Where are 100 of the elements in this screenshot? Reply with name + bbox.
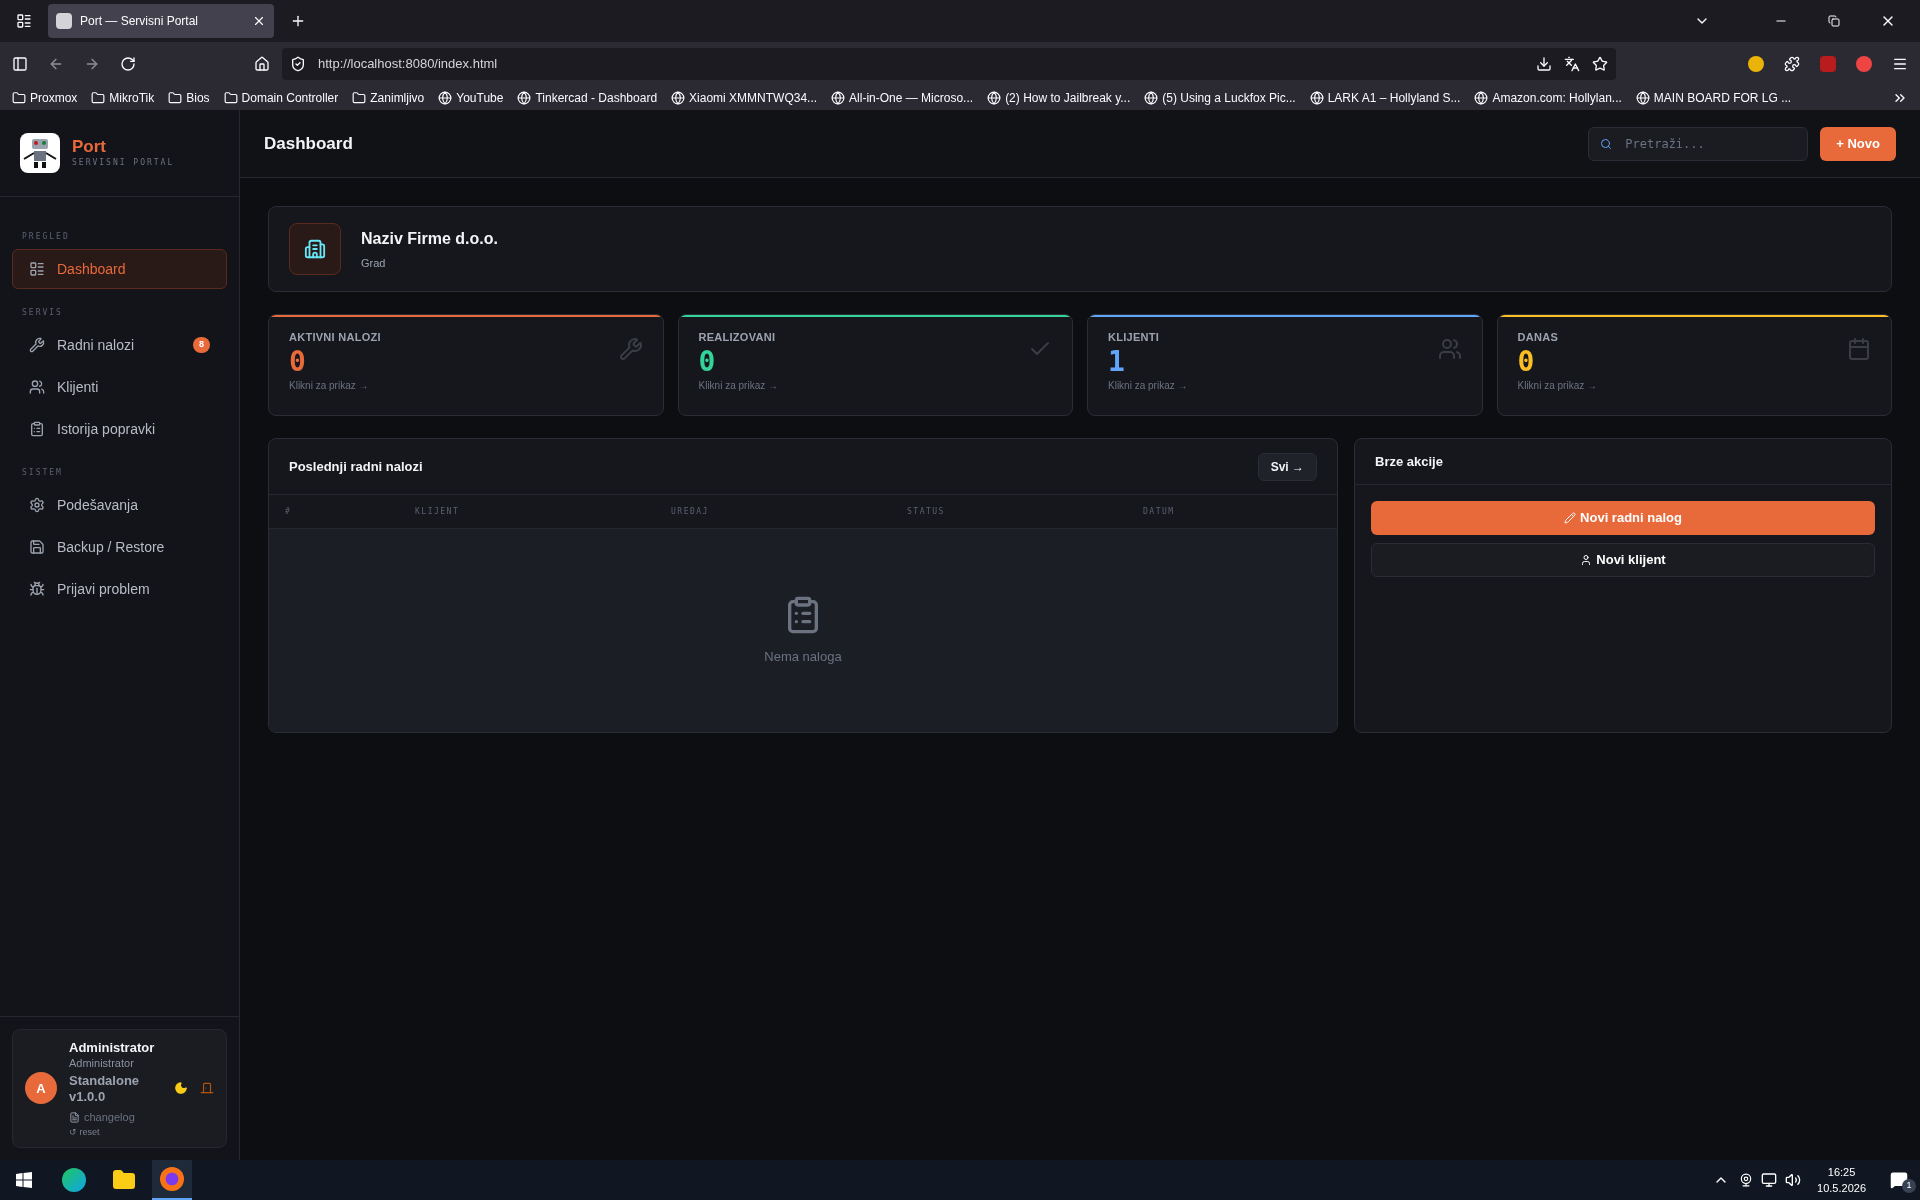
document-icon — [69, 1111, 80, 1123]
nav-item[interactable]: Prijavi problem — [12, 569, 227, 609]
tab-list-icon[interactable] — [16, 13, 32, 29]
brand-subtitle: SERVISNI PORTAL — [72, 157, 175, 169]
menu-icon[interactable] — [1892, 56, 1908, 72]
folder-icon — [352, 91, 367, 105]
all-button[interactable]: Svi → — [1257, 452, 1317, 481]
card-title: Poslednji radni nalozi — [289, 457, 424, 476]
file-explorer-icon[interactable] — [112, 1168, 136, 1192]
new-tab-icon[interactable] — [290, 13, 306, 29]
bookmark-item[interactable]: MikroTik — [91, 89, 155, 107]
stat-link[interactable]: Klikni za prikaz → — [289, 377, 619, 393]
download-icon[interactable] — [1536, 56, 1552, 72]
forward-icon[interactable] — [84, 56, 100, 72]
robot-logo-icon — [20, 133, 60, 173]
stat-card[interactable]: REALIZOVANI 0 Klikni za prikaz → — [677, 314, 1073, 416]
bookmark-item[interactable]: All-in-One — Microso... — [831, 89, 974, 107]
stat-card[interactable]: DANAS 0 Klikni za prikaz → — [1496, 314, 1892, 416]
volume-icon[interactable] — [1785, 1172, 1802, 1188]
network-icon[interactable] — [1761, 1172, 1778, 1188]
bookmark-label: (2) How to Jailbreak y... — [1005, 90, 1131, 107]
folder-icon — [91, 91, 106, 105]
bookmark-item[interactable]: Proxmox — [12, 89, 78, 107]
bookmark-item[interactable]: Domain Controller — [223, 89, 339, 107]
moon-icon[interactable] — [174, 1081, 188, 1096]
windows-logo-icon[interactable] — [16, 1172, 32, 1188]
star-icon[interactable] — [1592, 56, 1608, 72]
url-text: http://localhost:8080/index.html — [318, 55, 499, 74]
browser-tab[interactable]: Port — Servisni Portal — [48, 4, 274, 38]
camera-icon[interactable] — [1739, 1173, 1754, 1187]
bookmark-item[interactable]: (5) Using a Luckfox Pic... — [1144, 89, 1296, 107]
folder-icon — [12, 91, 26, 105]
globe-icon — [1474, 91, 1489, 105]
bookmark-label: (5) Using a Luckfox Pic... — [1162, 90, 1296, 107]
bookmark-label: Bios — [186, 90, 210, 107]
wrench-icon — [618, 337, 643, 361]
column-header: # — [285, 505, 293, 518]
calendar-icon — [1847, 337, 1871, 361]
extensions-icon[interactable] — [1784, 56, 1800, 72]
stat-value: 0 — [289, 345, 307, 378]
nav-item[interactable]: Klijenti — [12, 367, 227, 407]
door-icon[interactable] — [200, 1081, 214, 1096]
bookmark-item[interactable]: Tinkercad - Dashboard — [517, 89, 658, 107]
nav-item[interactable]: Podešavanja — [12, 485, 227, 525]
user-role: Administrator — [69, 1057, 135, 1069]
quick-action-button[interactable]: Novi klijent — [1371, 543, 1875, 577]
bug-icon — [29, 581, 45, 597]
bookmark-item[interactable]: YouTube — [438, 89, 504, 107]
bookmark-item[interactable]: Amazon.com: Hollylan... — [1474, 89, 1622, 107]
clock[interactable]: 16:25 10.5.2026 — [1817, 1164, 1866, 1196]
notification-count: 1 — [1902, 1179, 1916, 1193]
column-header: DATUM — [1143, 505, 1176, 518]
restore-icon[interactable] — [1828, 15, 1840, 27]
version-text: Standalone v1.0.0 — [69, 1073, 141, 1105]
globe-icon — [1144, 91, 1159, 105]
tab-title: Port — Servisni Portal — [80, 13, 200, 30]
address-bar[interactable]: http://localhost:8080/index.html — [282, 48, 1616, 80]
bookmark-item[interactable]: Xiaomi XMMNTWQ34... — [671, 89, 818, 107]
wrench-icon — [29, 337, 45, 353]
shield-icon[interactable] — [290, 56, 306, 72]
folder-icon — [168, 91, 183, 105]
bookmark-item[interactable]: MAIN BOARD FOR LG ... — [1635, 89, 1792, 107]
stat-value: 1 — [1108, 345, 1126, 378]
reset-link[interactable]: ↺ reset — [69, 1125, 162, 1139]
changelog-link[interactable]: changelog — [84, 1109, 135, 1126]
stat-card[interactable]: KLIJENTI 1 Klikni za prikaz → — [1087, 314, 1483, 416]
close-icon[interactable] — [252, 14, 266, 28]
translate-icon[interactable] — [1564, 56, 1580, 72]
stat-label: DANAS — [1517, 330, 1559, 345]
bookmark-label: MAIN BOARD FOR LG ... — [1653, 90, 1792, 107]
bookmark-label: MikroTik — [109, 90, 155, 107]
users-icon — [1437, 337, 1462, 361]
building-icon — [289, 223, 341, 275]
bookmark-item[interactable]: Zanimljivo — [352, 89, 425, 107]
nav-item[interactable]: Radni nalozi 8 — [12, 325, 227, 365]
back-icon[interactable] — [48, 56, 64, 72]
stat-card[interactable]: AKTIVNI NALOZI 0 Klikni za prikaz → — [268, 314, 664, 416]
stat-link[interactable]: Klikni za prikaz → — [1108, 377, 1438, 393]
reload-icon[interactable] — [120, 56, 136, 72]
bookmark-item[interactable]: LARK A1 – Hollyland S... — [1309, 89, 1461, 107]
bookmark-item[interactable]: (2) How to Jailbreak y... — [987, 89, 1131, 107]
stat-label: AKTIVNI NALOZI — [289, 330, 382, 345]
stat-link[interactable]: Klikni za prikaz → — [1517, 377, 1847, 393]
sidebar-icon[interactable] — [12, 56, 28, 72]
search-field[interactable]: Pretraži... — [1588, 126, 1809, 161]
stat-link[interactable]: Klikni za prikaz → — [698, 377, 1028, 393]
globe-icon — [1635, 91, 1650, 105]
pencil-icon — [1564, 512, 1577, 524]
globe-icon — [1309, 91, 1324, 105]
bookmark-label: Tinkercad - Dashboard — [535, 90, 658, 107]
count-badge: 8 — [193, 337, 210, 353]
section-title: PREGLED — [21, 231, 71, 243]
stat-value: 0 — [698, 345, 717, 378]
home-icon[interactable] — [254, 56, 270, 72]
nav-item[interactable]: Dashboard — [12, 249, 227, 289]
nav-item[interactable]: Istorija popravki — [12, 409, 227, 449]
bookmark-label: Domain Controller — [241, 90, 339, 107]
bookmark-item[interactable]: Bios — [168, 89, 210, 107]
nav-item[interactable]: Backup / Restore — [12, 527, 227, 567]
users-icon — [29, 379, 45, 395]
